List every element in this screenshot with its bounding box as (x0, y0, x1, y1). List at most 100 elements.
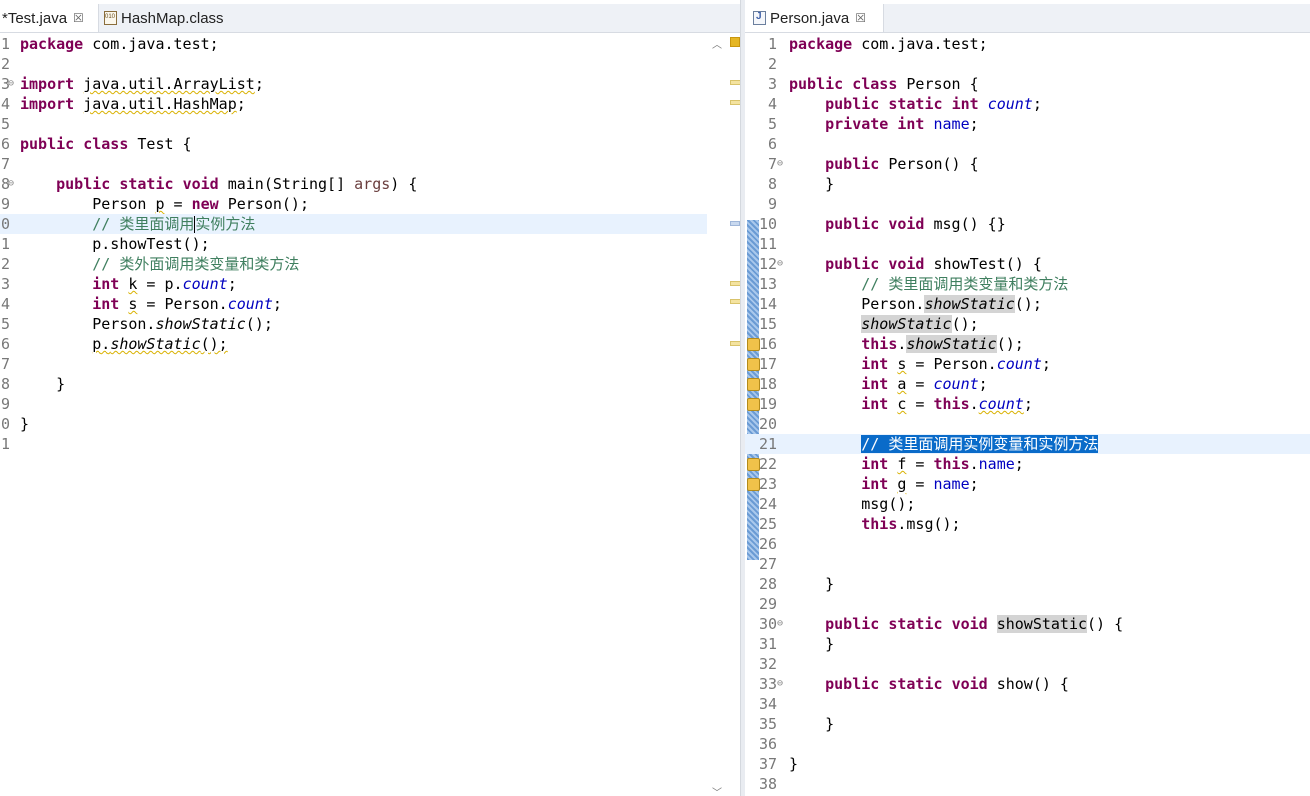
code-line: this.msg(); (861, 515, 961, 533)
scroll-up-icon[interactable]: ︿ (712, 36, 722, 51)
code-line: int g = name; (861, 475, 979, 493)
line-number: 17 (758, 355, 777, 373)
code-line: } (825, 715, 835, 733)
code-line: public static int count; (825, 95, 1042, 113)
code-line: public static void main(String[] args) { (56, 175, 418, 193)
right-editor-pane[interactable]: Person.java ☒ 1 package com.java.test; 2 … (745, 0, 1310, 796)
line-number: 7 (767, 155, 777, 173)
close-icon[interactable]: ☒ (73, 11, 84, 25)
line-number: 3 (767, 75, 777, 93)
line-number: 24 (758, 495, 777, 513)
scroll-down-icon[interactable]: ﹀ (712, 784, 722, 796)
left-editor-pane[interactable]: *Test.java ☒ HashMap.class 1 package com.… (0, 0, 740, 796)
warning-overview-marker[interactable] (730, 341, 740, 346)
line-number: 3 (0, 275, 10, 293)
line-number: 33 (758, 675, 777, 693)
selected-text[interactable]: // 类里面调用实例变量和实例方法 (861, 435, 1099, 453)
line-number: 28 (758, 575, 777, 593)
code-line: package com.java.test; (789, 35, 988, 53)
warning-overview-marker[interactable] (730, 281, 740, 286)
code-line: p.showTest(); (92, 235, 210, 253)
tab-test-java[interactable]: *Test.java ☒ (0, 4, 99, 32)
code-editor[interactable]: 1 package com.java.test; 2 3 public class … (745, 34, 1310, 796)
warning-overview-marker[interactable] (730, 100, 740, 105)
fold-collapse-icon[interactable]: ⊖ (8, 179, 17, 189)
line-number: 9 (0, 195, 10, 213)
code-line: package com.java.test; (20, 35, 219, 53)
line-number: 13 (758, 275, 777, 293)
code-editor[interactable]: 1 package com.java.test; 2 3 ⊖ import java.… (0, 34, 740, 796)
code-line: int k = p.count; (92, 275, 237, 293)
line-number: 5 (767, 115, 777, 133)
tab-hashmap-class[interactable]: HashMap.class (104, 4, 244, 32)
line-number: 29 (758, 595, 777, 613)
java-file-icon (753, 11, 766, 25)
line-number: 4 (0, 95, 10, 113)
line-number: 12 (758, 255, 777, 273)
tab-person-java[interactable]: Person.java ☒ (745, 4, 884, 32)
line-number: 21 (758, 435, 777, 453)
line-number: 35 (758, 715, 777, 733)
code-line: import java.util.ArrayList; (20, 75, 264, 93)
line-number: 1 (0, 235, 10, 253)
line-number: 16 (758, 335, 777, 353)
code-line: // 类里面调用实例变量和实例方法 (789, 434, 1099, 454)
line-number: 19 (758, 395, 777, 413)
line-number: 22 (758, 455, 777, 473)
code-line: public static void show() { (825, 675, 1069, 693)
code-line: int c = this.count; (861, 395, 1033, 413)
line-number: 4 (767, 95, 777, 113)
line-number: 38 (758, 775, 777, 793)
code-line: int s = Person.count; (861, 355, 1051, 373)
code-line: } (825, 175, 835, 193)
line-number: 1 (0, 35, 10, 53)
occurrence-overview-marker[interactable] (730, 221, 740, 226)
line-number: 31 (758, 635, 777, 653)
line-number: 7 (0, 355, 10, 373)
code-line: Person.showStatic(); (861, 295, 1042, 313)
line-number: 0 (0, 415, 10, 433)
fold-collapse-icon[interactable]: ⊖ (777, 679, 786, 689)
fold-collapse-icon[interactable]: ⊖ (8, 79, 17, 89)
tab-label: *Test.java (2, 9, 68, 27)
warning-overview-marker[interactable] (730, 80, 740, 85)
fold-collapse-icon[interactable]: ⊖ (777, 619, 786, 629)
line-number: 18 (758, 375, 777, 393)
close-icon[interactable]: ☒ (855, 11, 866, 25)
code-line: } (825, 575, 835, 593)
line-number: 23 (758, 475, 777, 493)
line-number: 37 (758, 755, 777, 773)
line-number: 9 (767, 195, 777, 213)
warning-overview-marker[interactable] (730, 299, 740, 304)
line-number: 4 (0, 295, 10, 313)
code-line: int s = Person.count; (92, 295, 282, 313)
line-number: 6 (0, 135, 10, 153)
code-line: // 类里面调用实例方法 (92, 215, 256, 233)
warning-overview-icon[interactable] (730, 37, 740, 47)
code-line: private int name; (825, 115, 979, 133)
code-line: // 类里面调用类变量和类方法 (861, 275, 1069, 293)
line-number: 6 (767, 135, 777, 153)
line-number: 26 (758, 535, 777, 553)
line-number: 2 (0, 255, 10, 273)
code-line: this.showStatic(); (861, 335, 1024, 353)
fold-collapse-icon[interactable]: ⊖ (777, 259, 786, 269)
line-number: 8 (767, 175, 777, 193)
code-line: Person.showStatic(); (92, 315, 273, 333)
code-line: public class Person { (789, 75, 979, 93)
code-line: p.showStatic(); (92, 335, 228, 353)
current-line-highlight: 21 // 类里面调用实例变量和实例方法 (745, 434, 1310, 454)
line-number: 5 (0, 315, 10, 333)
tab-label: HashMap.class (121, 9, 224, 27)
fold-collapse-icon[interactable]: ⊖ (777, 159, 786, 169)
code-line: } (789, 755, 799, 773)
code-line: public class Test { (20, 135, 192, 153)
code-line: public void msg() {} (825, 215, 1006, 233)
line-number: 2 (767, 55, 777, 73)
line-number: 25 (758, 515, 777, 533)
code-line: Person p = new Person(); (92, 195, 309, 213)
line-number: 0 (0, 215, 10, 233)
line-number: 5 (0, 115, 10, 133)
code-line: showStatic(); (861, 315, 979, 333)
line-number: 34 (758, 695, 777, 713)
